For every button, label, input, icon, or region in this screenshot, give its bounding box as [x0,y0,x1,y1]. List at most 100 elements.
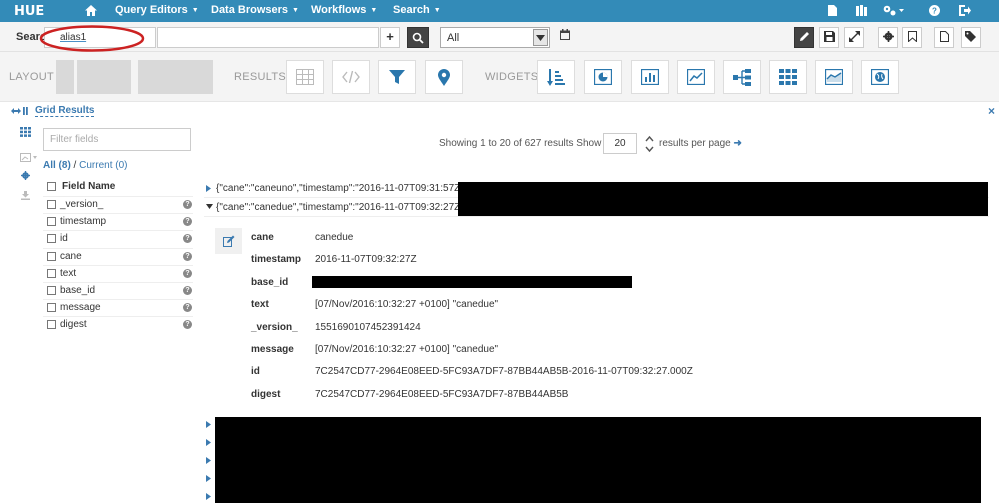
collapse-icon[interactable] [206,204,213,209]
help-icon[interactable]: ? [183,234,192,244]
filter-bar-widget[interactable] [378,60,416,94]
help-icon[interactable]: ? [183,251,192,261]
help-icon[interactable]: ? [183,285,192,295]
line-chart-widget[interactable] [677,60,715,94]
select-all-checkbox[interactable] [47,182,56,191]
timeline-widget[interactable] [815,60,853,94]
grid-results-title[interactable]: Grid Results [35,105,95,117]
sign-out-icon[interactable] [959,5,971,16]
grid-results-widget[interactable] [286,60,324,94]
next-page-arrow-icon[interactable]: ➜ [734,138,742,149]
nav-workflows[interactable]: Workflows ▼ [311,4,377,16]
save-button[interactable] [819,27,839,48]
results-per-page-label: results per page ➜ [659,138,742,149]
html-results-widget[interactable] [332,60,370,94]
help-icon[interactable]: ? [183,268,192,278]
field-name: _version_ [60,199,104,210]
field-row-cane[interactable]: cane? [43,247,193,265]
field-checkbox[interactable] [47,200,56,209]
field-name: message [60,302,101,314]
field-name-header: Field Name [62,181,116,192]
chevron-down-icon: ▼ [292,7,299,14]
edit-dashboard-button[interactable] [794,27,814,48]
add-query-button[interactable]: + [380,27,400,48]
field-row-message[interactable]: message? [43,299,193,316]
field-checkbox[interactable] [47,251,56,261]
field-row-id[interactable]: id? [43,230,193,247]
field-checkbox[interactable] [47,320,56,330]
filter-fields-input[interactable]: Filter fields [43,128,191,151]
chart-view-icon[interactable] [20,153,38,162]
facet-sort-widget[interactable] [537,60,575,94]
document-icon[interactable] [828,5,837,16]
svg-text:?: ? [932,7,937,16]
field-row-text[interactable]: text? [43,264,193,282]
expand-icon[interactable] [206,439,211,446]
search-query-input[interactable] [157,27,379,48]
detail-key: text [251,299,269,310]
download-icon[interactable] [21,191,30,200]
move-icon[interactable] [11,106,29,116]
annotation-circle [39,25,145,52]
expand-icon[interactable] [206,493,211,500]
pie-chart-widget[interactable] [584,60,622,94]
chevron-down-icon [533,29,548,46]
layout-option-2[interactable] [77,60,131,94]
gears-menu-icon[interactable] [883,5,905,16]
nav-data-browsers[interactable]: Data Browsers ▼ [211,4,299,16]
page-size-input[interactable]: 20 [603,133,637,154]
field-row-base-id[interactable]: base_id? [43,281,193,299]
detail-key: base_id [251,277,289,288]
nav-search[interactable]: Search ▼ [393,4,441,16]
fullscreen-button[interactable] [844,27,864,48]
grid-view-icon[interactable] [20,127,31,137]
help-icon[interactable]: ? [183,217,192,227]
layout-option-3[interactable] [138,60,213,94]
bookmark-button[interactable] [902,27,922,48]
field-checkbox[interactable] [47,303,56,313]
field-checkbox[interactable] [47,268,56,278]
heatmap-widget[interactable] [769,60,807,94]
tags-button[interactable] [961,27,981,48]
help-icon[interactable]: ? [183,303,192,313]
edit-document-button[interactable] [215,228,242,254]
field-row-version[interactable]: _version_? [43,196,193,213]
field-row-timestamp[interactable]: timestamp? [43,213,193,230]
tab-current-fields[interactable]: Current (0) [79,160,127,171]
tab-separator: / [70,160,80,171]
bar-chart-widget[interactable] [631,60,669,94]
result-detail-panel: cane canedue timestamp 2016-11-07T09:32:… [215,224,989,412]
field-name: text [60,267,77,279]
layout-option-1[interactable] [56,60,74,94]
filter-select[interactable]: All [440,27,550,48]
detail-value: [07/Nov/2016:10:32:27 +0100] "canedue" [315,344,499,355]
tree-widget[interactable] [723,60,761,94]
nav-query-editors[interactable]: Query Editors ▼ [115,4,199,16]
hue-logo[interactable]: HUE [14,4,44,19]
help-icon[interactable]: ? [183,200,192,209]
field-checkbox[interactable] [47,234,56,244]
help-icon[interactable]: ? [183,320,192,330]
expand-icon[interactable] [206,421,211,428]
expand-icon[interactable] [206,185,211,192]
page-size-stepper-icon[interactable] [645,135,654,153]
close-icon[interactable]: × [988,104,995,118]
field-checkbox[interactable] [47,217,56,227]
new-document-button[interactable] [934,27,954,48]
gradient-map-widget[interactable] [861,60,899,94]
expand-icon[interactable] [206,475,211,482]
map-marker-widget[interactable] [425,60,463,94]
gear-icon[interactable] [21,171,30,180]
search-button[interactable] [407,27,429,48]
calendar-icon[interactable] [560,29,570,40]
tab-all-fields[interactable]: All (8) [43,160,71,171]
field-name: base_id [60,284,96,296]
field-checkbox[interactable] [47,285,56,295]
home-icon[interactable] [84,4,98,17]
chevron-down-icon: ▼ [433,7,441,14]
field-row-digest[interactable]: digest? [43,316,193,333]
help-icon[interactable]: ? [929,5,940,16]
settings-button[interactable] [878,27,898,48]
books-icon[interactable] [856,5,867,16]
expand-icon[interactable] [206,457,211,464]
